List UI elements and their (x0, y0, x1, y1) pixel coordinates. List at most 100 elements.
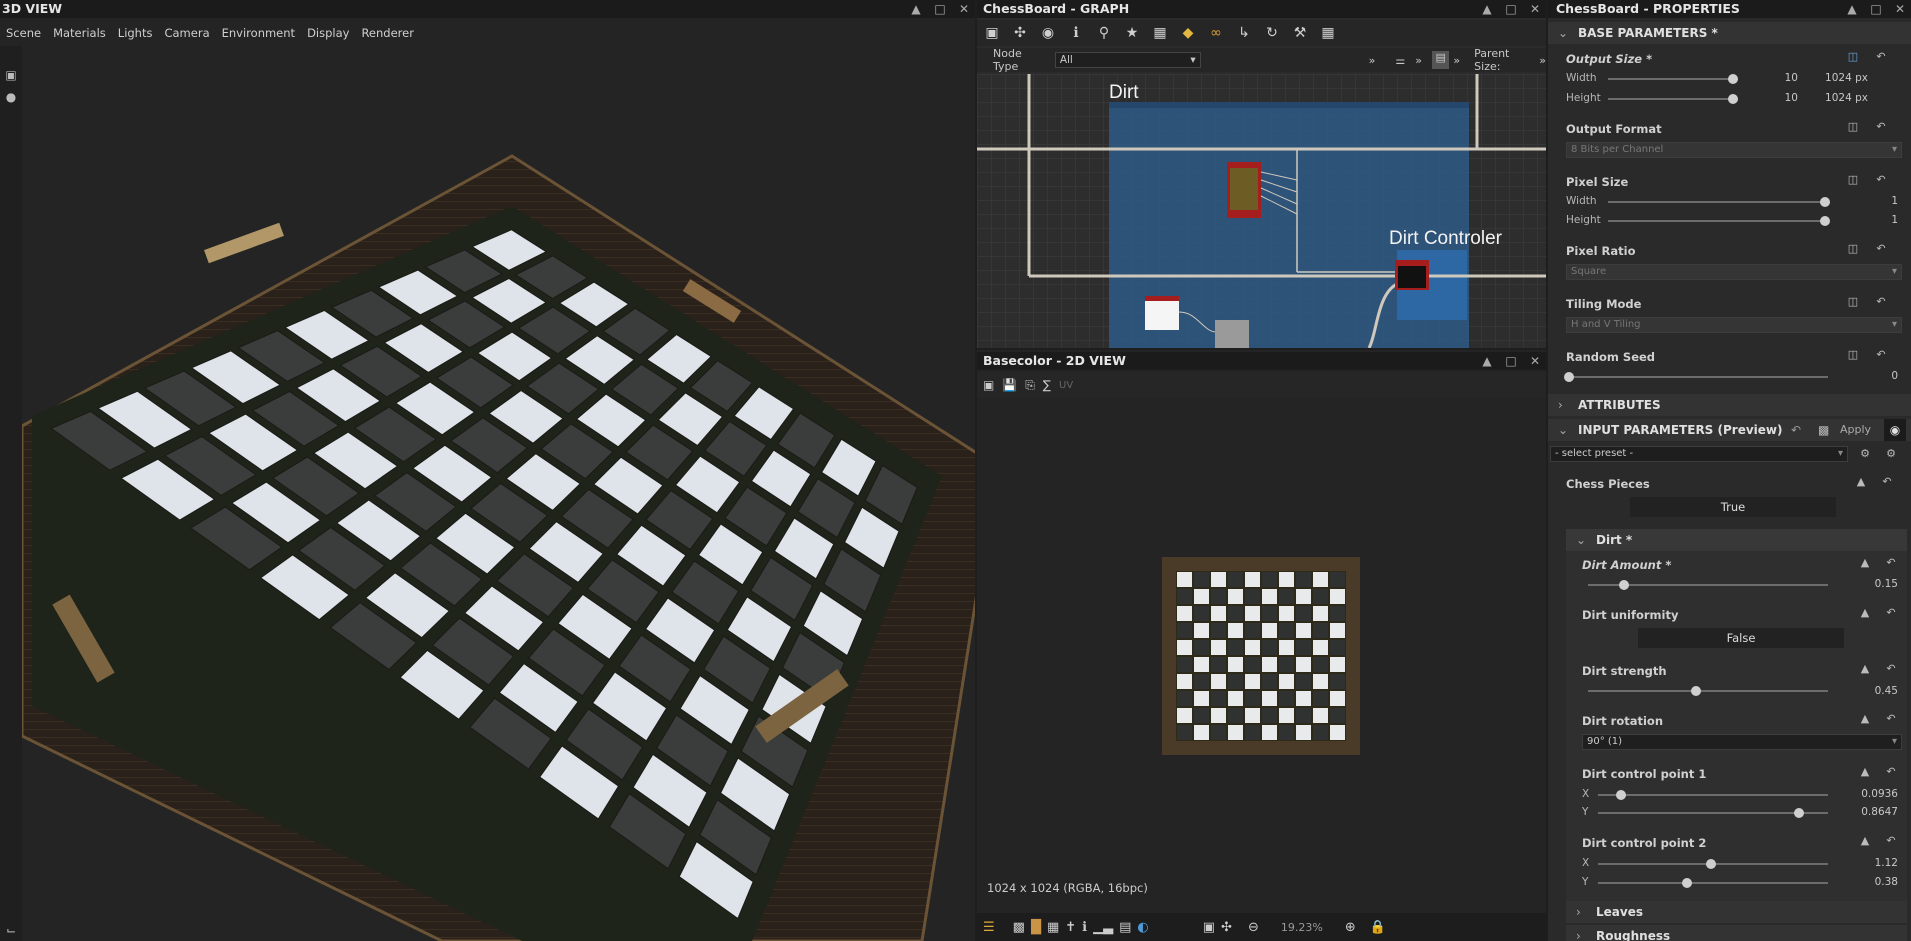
expand-icon[interactable]: » (1369, 54, 1376, 67)
camera-icon[interactable]: ▣ (0, 64, 22, 86)
cp2-x-value[interactable]: 1.12 (1848, 857, 1898, 869)
share-icon[interactable]: ★ (1121, 22, 1143, 44)
maximize-icon[interactable]: □ (933, 2, 947, 16)
link-icon[interactable]: ◫ (1846, 295, 1860, 309)
dirt-amount-slider[interactable] (1588, 580, 1828, 590)
gear-icon[interactable]: ⚙ (1858, 447, 1872, 461)
pin-icon[interactable]: ▲ (1858, 606, 1872, 620)
link-icon[interactable]: ◫ (1846, 50, 1860, 64)
info-icon[interactable]: ℹ (1082, 920, 1087, 935)
pixel-ratio-select[interactable]: Square ▾ (1566, 264, 1902, 280)
cp2-y-slider[interactable] (1598, 878, 1828, 888)
histogram-icon[interactable]: ▁▃ (1093, 920, 1113, 935)
slider-knob[interactable] (1682, 878, 1692, 888)
3d-viewport[interactable] (22, 46, 975, 941)
random-seed-slider[interactable] (1564, 372, 1828, 382)
slider-knob[interactable] (1794, 808, 1804, 818)
python-icon[interactable]: ◆ (1177, 22, 1199, 44)
settings-icon[interactable]: ⚙ (1884, 447, 1898, 461)
save-icon[interactable]: 💾 (1002, 378, 1017, 392)
graph-node[interactable] (1215, 320, 1249, 348)
maximize-icon[interactable]: □ (1504, 2, 1518, 16)
tools-icon[interactable]: ⚒ (1289, 22, 1311, 44)
cp2-x-slider[interactable] (1598, 859, 1828, 869)
eye-icon[interactable]: ◉ (1884, 419, 1906, 441)
checker-icon[interactable]: ▩ (1013, 920, 1025, 935)
input-parameters-header[interactable]: ⌄ INPUT PARAMETERS (Preview) ↶ ▩ Apply ◉ (1548, 419, 1911, 441)
slider-knob[interactable] (1706, 859, 1716, 869)
reset-icon[interactable]: ↶ (1874, 242, 1888, 256)
maximize-icon[interactable]: □ (1869, 2, 1883, 16)
graph-canvas[interactable]: Dirt Dirt Controler (977, 74, 1546, 348)
close-icon[interactable]: ✕ (957, 2, 971, 16)
pixel-height-value[interactable]: 1 (1848, 214, 1898, 226)
menu-camera[interactable]: Camera (158, 24, 215, 46)
reset-icon[interactable]: ↶ (1874, 295, 1888, 309)
search-icon[interactable]: ⚲ (1093, 22, 1115, 44)
slider-knob[interactable] (1619, 580, 1629, 590)
connect-icon[interactable]: ↳ (1233, 22, 1255, 44)
reset-icon[interactable]: ↶ (1884, 662, 1898, 676)
layers-icon[interactable]: ☰ (983, 920, 995, 935)
link-icon[interactable]: ◫ (1846, 348, 1860, 362)
refresh-icon[interactable]: ↻ (1261, 22, 1283, 44)
menu-environment[interactable]: Environment (216, 24, 301, 46)
node-type-select[interactable]: All ▾ (1054, 52, 1201, 68)
menu-renderer[interactable]: Renderer (355, 24, 420, 46)
pan-icon[interactable]: ✣ (1221, 920, 1232, 935)
color-icon[interactable]: ◐ (1137, 920, 1148, 935)
export-icon[interactable]: ▦ (1317, 22, 1339, 44)
frame-icon[interactable]: ▣ (981, 22, 1003, 44)
zoom-field[interactable]: 19.23% (1265, 921, 1339, 934)
reset-icon[interactable]: ↶ (1884, 556, 1898, 570)
tile-icon[interactable]: ✝ (1065, 920, 1076, 935)
output-height-slider[interactable] (1608, 94, 1738, 104)
expand-icon[interactable]: » (1453, 54, 1460, 67)
layout-icon[interactable]: ▦ (1149, 22, 1171, 44)
pin-icon[interactable]: ▲ (1858, 834, 1872, 848)
pixel-width-slider[interactable] (1608, 197, 1830, 207)
link-icon[interactable]: ∞ (1205, 22, 1227, 44)
pin-icon[interactable]: ▲ (1858, 662, 1872, 676)
slider-knob[interactable] (1820, 197, 1830, 207)
reset-icon[interactable]: ↶ (1874, 50, 1888, 64)
move-icon[interactable]: ✣ (1009, 22, 1031, 44)
channel-icon[interactable]: █ (1031, 920, 1041, 935)
lock-icon[interactable]: 🔒 (1370, 920, 1386, 935)
output-width-slider[interactable] (1608, 74, 1738, 84)
reset-icon[interactable]: ↶ (1874, 120, 1888, 134)
cp1-y-value[interactable]: 0.8647 (1848, 806, 1898, 818)
output-height-value[interactable]: 10 (1768, 92, 1798, 104)
base-parameters-header[interactable]: ⌄ BASE PARAMETERS * (1548, 22, 1911, 44)
uv-dropdown[interactable]: UV (1059, 380, 1073, 391)
grid-icon[interactable]: ▦ (1047, 920, 1059, 935)
menu-materials[interactable]: Materials (47, 24, 112, 46)
reset-icon[interactable]: ↶ (1874, 173, 1888, 187)
expand-icon[interactable]: » (1415, 54, 1422, 67)
menu-lights[interactable]: Lights (112, 24, 159, 46)
reset-icon[interactable]: ↶ (1884, 834, 1898, 848)
info-icon[interactable]: ℹ (1065, 22, 1087, 44)
export-icon[interactable]: ▣ (983, 378, 994, 392)
screenshot-icon[interactable]: ◉ (1037, 22, 1059, 44)
reset-icon[interactable]: ↶ (1791, 419, 1801, 441)
pixel-width-value[interactable]: 1 (1848, 195, 1898, 207)
cp1-x-value[interactable]: 0.0936 (1848, 788, 1898, 800)
menu-scene[interactable]: Scene (0, 24, 47, 46)
slider-knob[interactable] (1564, 372, 1574, 382)
output-format-select[interactable]: 8 Bits per Channel ▾ (1566, 142, 1902, 158)
random-seed-value[interactable]: 0 (1848, 370, 1898, 382)
dirt-strength-value[interactable]: 0.45 (1848, 685, 1898, 697)
pin-icon[interactable]: ▲ (1858, 712, 1872, 726)
link-icon[interactable]: ◫ (1846, 173, 1860, 187)
close-icon[interactable]: ✕ (1893, 2, 1907, 16)
zoom-in-icon[interactable]: ⊕ (1345, 920, 1356, 935)
image-icon[interactable]: ▤ (1119, 920, 1131, 935)
dirt-strength-slider[interactable] (1588, 686, 1828, 696)
preset-select[interactable]: - select preset - ▾ (1550, 446, 1848, 462)
roughness-group-header[interactable]: › Roughness (1566, 925, 1907, 941)
pin-icon[interactable]: ▲ (1480, 354, 1494, 368)
link-icon[interactable]: ◫ (1846, 120, 1860, 134)
cp2-y-value[interactable]: 0.38 (1848, 876, 1898, 888)
slider-knob[interactable] (1691, 686, 1701, 696)
